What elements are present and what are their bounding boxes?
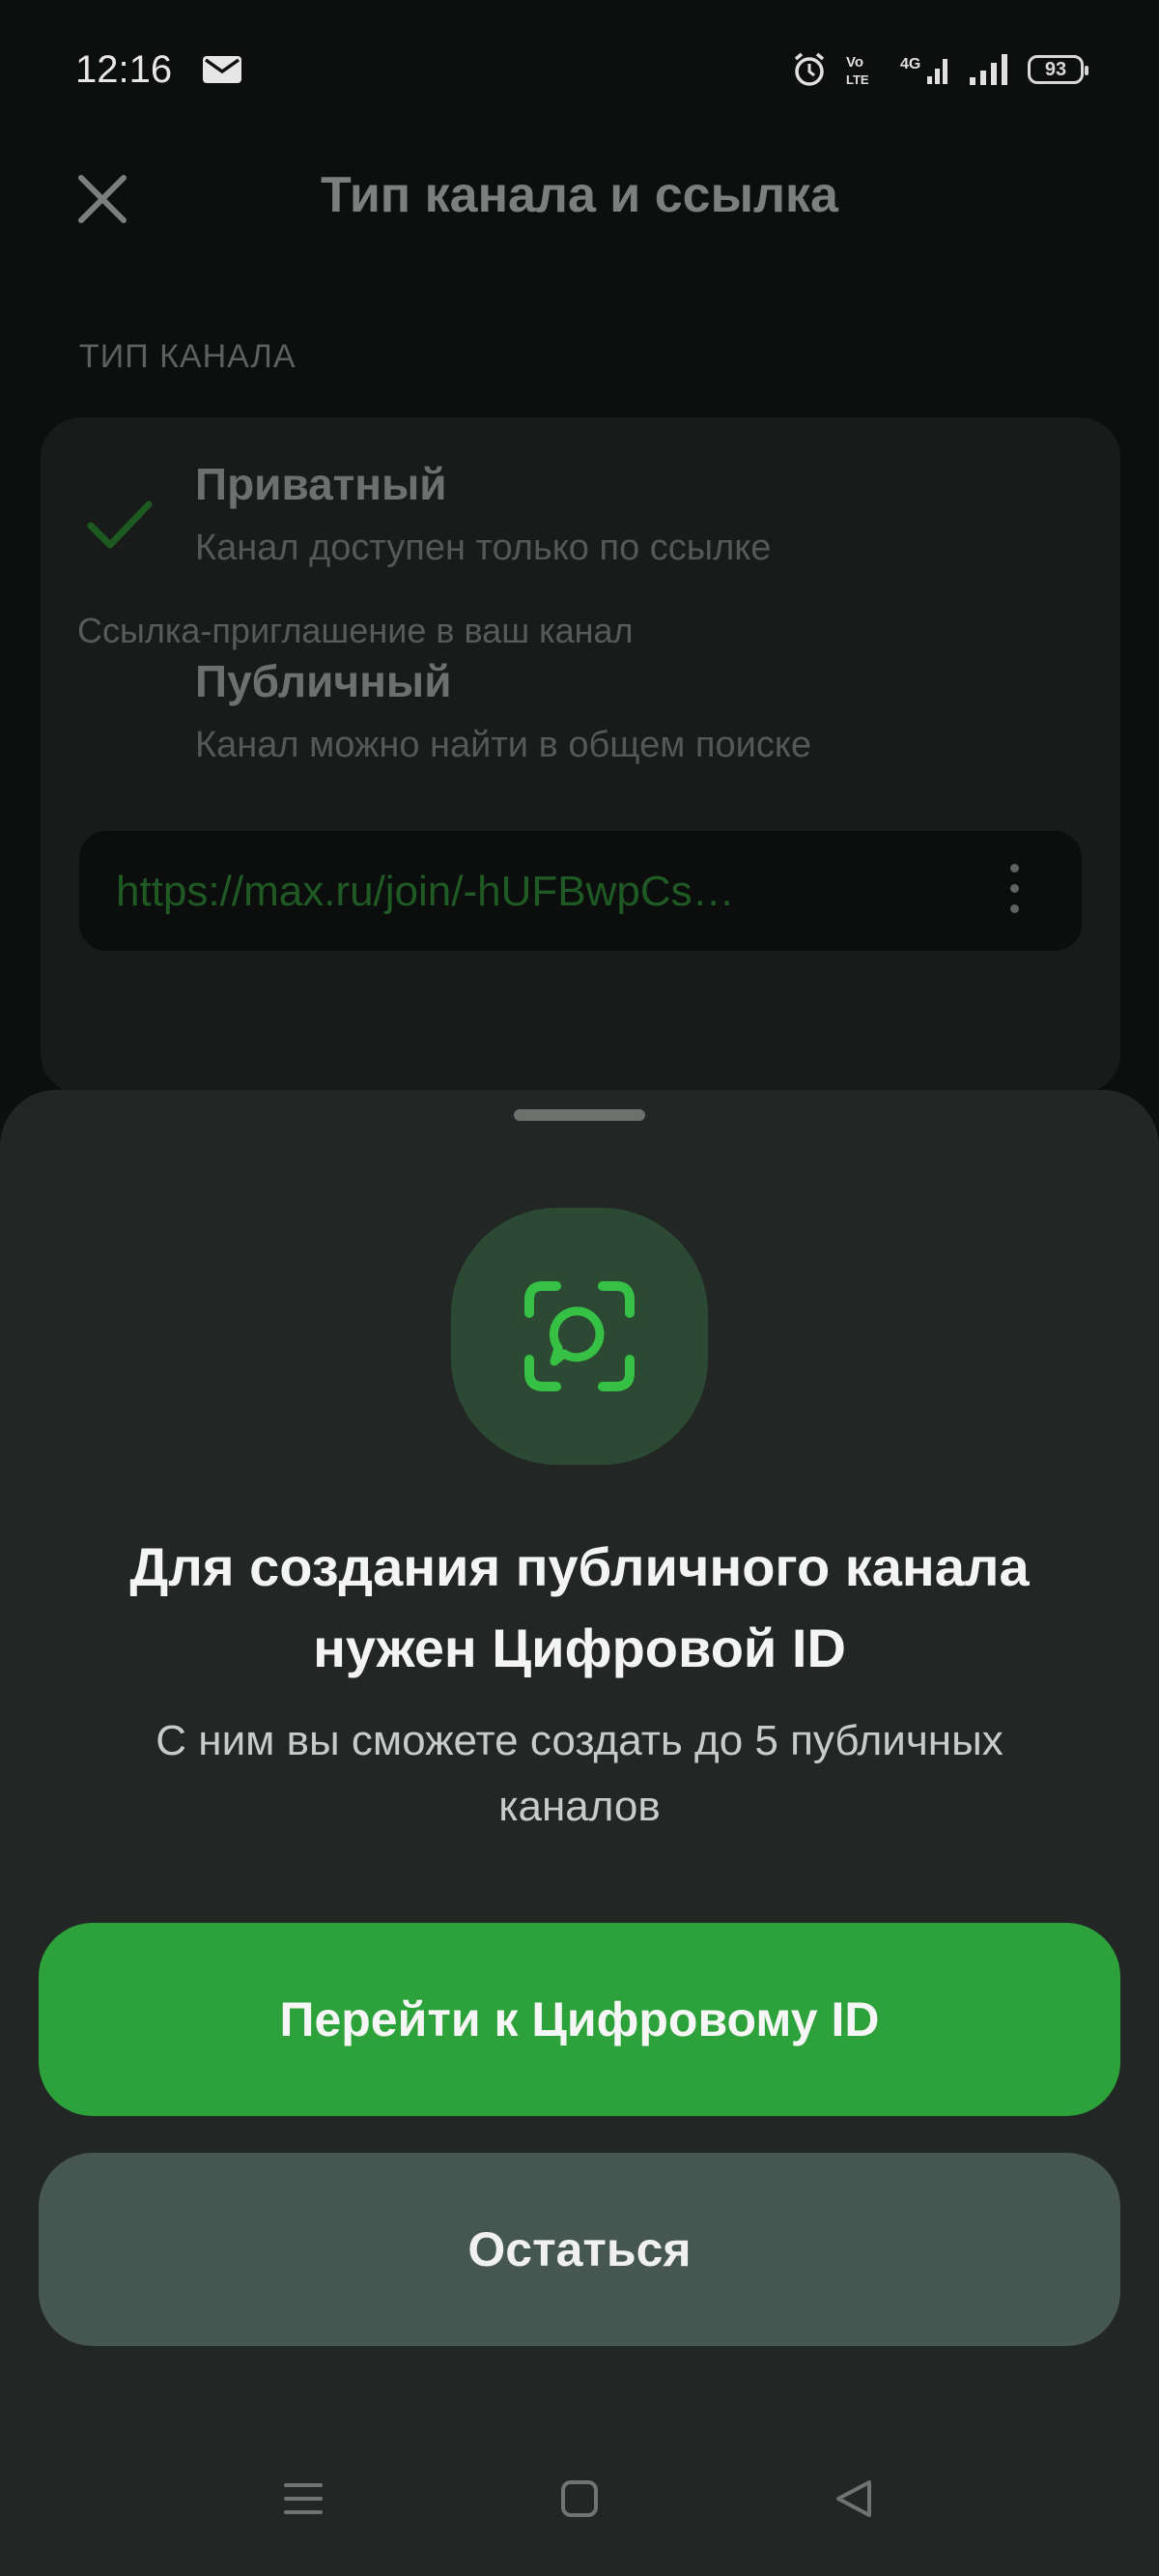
svg-text:4G: 4G [900, 56, 920, 72]
digital-id-icon [451, 1208, 708, 1465]
invite-link-field[interactable]: https://max.ru/join/-hUFBwpCs… [79, 831, 1082, 951]
option-title: Публичный [195, 656, 452, 706]
home-icon[interactable] [558, 2477, 601, 2520]
check-icon [87, 501, 153, 549]
4g-signal-icon: 4G [900, 56, 947, 84]
channel-type-card: Приватный Канал доступен только по ссылк… [41, 417, 1120, 1094]
invite-link[interactable]: https://max.ru/join/-hUFBwpCs… [116, 868, 735, 916]
option-description: Канал можно найти в общем поиске [195, 725, 812, 765]
svg-text:LTE: LTE [846, 72, 869, 87]
drag-handle[interactable] [514, 1109, 645, 1121]
svg-text:Vo: Vo [846, 54, 863, 71]
mail-icon [203, 56, 241, 83]
link-caption: Ссылка-приглашение в ваш канал [77, 611, 634, 650]
stay-button[interactable]: Остаться [39, 2153, 1120, 2346]
status-time: 12:16 [75, 48, 173, 91]
option-private[interactable]: Приватный Канал доступен только по ссылк… [41, 417, 1120, 615]
sheet-subtitle: С ним вы сможете создать до 5 публичных … [155, 1717, 1004, 1830]
status-bar: 12:16 Vo LTE 4G 93 [0, 0, 1159, 145]
alarm-icon [794, 52, 825, 86]
page-title: Тип канала и ссылка [321, 167, 838, 223]
battery-level: 93 [1044, 58, 1067, 80]
status-icons: Vo LTE 4G 93 [792, 50, 1088, 89]
sheet-title: Для создания публичного канала нужен Циф… [129, 1536, 1030, 1678]
menu-icon[interactable] [282, 2477, 325, 2520]
back-icon[interactable] [833, 2477, 875, 2520]
digital-id-sheet: Для создания публичного канала нужен Циф… [0, 1090, 1159, 2576]
option-description: Канал доступен только по ссылке [195, 528, 772, 568]
signal-icon [970, 54, 1007, 85]
section-label: ТИП КАНАЛА [79, 338, 297, 375]
go-to-digital-id-button[interactable]: Перейти к Цифровому ID [39, 1923, 1120, 2116]
volte-icon: Vo LTE [846, 54, 869, 87]
system-nav-bar [0, 2445, 1159, 2576]
battery-icon: 93 [1028, 55, 1088, 84]
more-options-icon[interactable] [1008, 864, 1020, 918]
option-title: Приватный [195, 459, 447, 509]
